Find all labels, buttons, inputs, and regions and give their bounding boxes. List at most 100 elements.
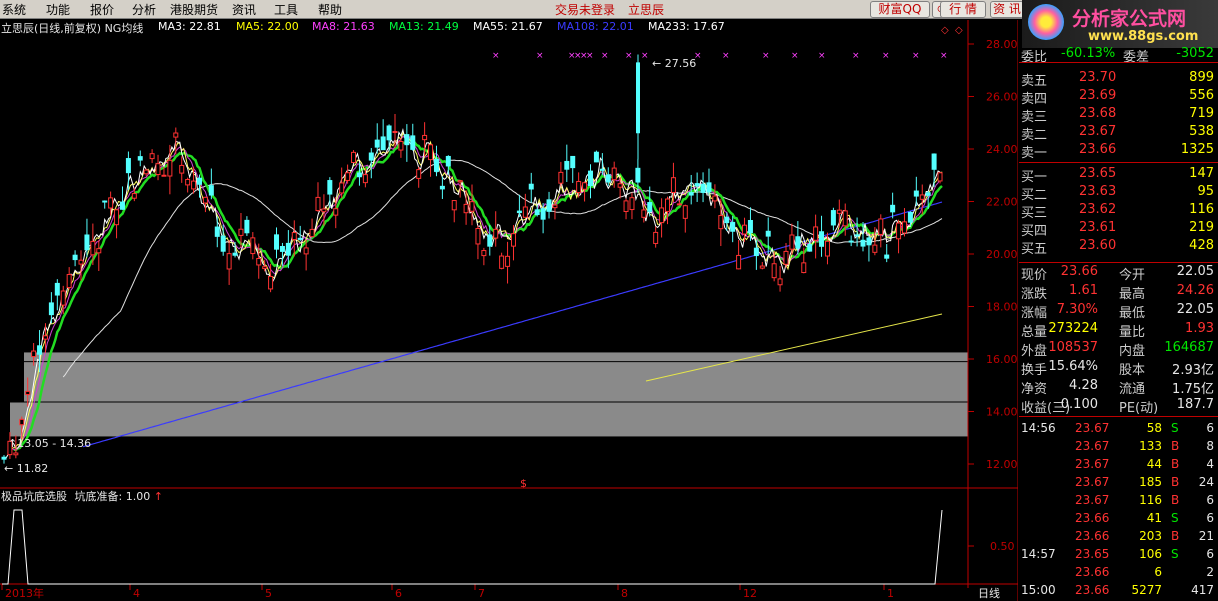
candle-body[interactable] xyxy=(623,200,629,213)
candle-body[interactable] xyxy=(380,136,386,151)
candle-body[interactable] xyxy=(327,180,333,195)
candle-body[interactable] xyxy=(647,202,653,212)
candle-body[interactable] xyxy=(759,265,765,269)
candle-body[interactable] xyxy=(469,201,475,212)
candle-body[interactable] xyxy=(635,167,641,183)
candle-body[interactable] xyxy=(516,210,522,214)
candle-body[interactable] xyxy=(451,200,457,211)
candle-body[interactable] xyxy=(291,232,297,241)
candle-body[interactable] xyxy=(226,253,232,270)
candle-body[interactable] xyxy=(866,237,872,246)
candle-body[interactable] xyxy=(653,231,659,244)
candle-body[interactable] xyxy=(688,192,694,196)
candle-body[interactable] xyxy=(860,239,866,247)
candle-body[interactable] xyxy=(813,226,819,241)
candle-body[interactable] xyxy=(824,240,830,257)
candle-body[interactable] xyxy=(368,152,374,161)
candle-body[interactable] xyxy=(37,345,43,355)
candle-body[interactable] xyxy=(499,255,505,269)
candle-body[interactable] xyxy=(463,203,469,214)
candle-body[interactable] xyxy=(636,62,640,134)
candle-body[interactable] xyxy=(143,169,149,175)
candle-body[interactable] xyxy=(102,200,108,203)
candle-body[interactable] xyxy=(114,209,120,226)
candle-body[interactable] xyxy=(315,196,321,212)
candle-body[interactable] xyxy=(362,174,368,184)
candle-body[interactable] xyxy=(439,185,445,190)
candle-body[interactable] xyxy=(487,234,493,247)
candle-body[interactable] xyxy=(795,236,801,249)
candle-body[interactable] xyxy=(250,237,256,255)
candle-body[interactable] xyxy=(374,139,380,148)
candle-body[interactable] xyxy=(576,180,582,194)
candle-body[interactable] xyxy=(13,452,19,456)
candle-body[interactable] xyxy=(570,155,576,169)
candle-body[interactable] xyxy=(629,197,635,211)
candle-body[interactable] xyxy=(605,174,611,183)
candle-body[interactable] xyxy=(185,178,191,186)
candle-body[interactable] xyxy=(777,278,783,286)
candle-body[interactable] xyxy=(854,234,860,237)
candle-body[interactable] xyxy=(173,132,179,138)
candle-body[interactable] xyxy=(890,204,896,213)
candle-body[interactable] xyxy=(475,227,481,245)
candle-body[interactable] xyxy=(131,193,137,199)
candle-body[interactable] xyxy=(872,244,878,253)
candle-body[interactable] xyxy=(256,258,262,266)
candle-body[interactable] xyxy=(339,182,345,194)
candle-body[interactable] xyxy=(700,183,706,193)
candle-body[interactable] xyxy=(410,135,416,150)
candle-body[interactable] xyxy=(1,456,7,460)
period-label[interactable]: 日线 xyxy=(978,586,1000,600)
candle-body[interactable] xyxy=(31,350,37,358)
candle-body[interactable] xyxy=(505,255,511,267)
candle-body[interactable] xyxy=(356,172,362,178)
candle-body[interactable] xyxy=(321,208,327,213)
candle-body[interactable] xyxy=(641,209,647,218)
candle-body[interactable] xyxy=(836,209,842,214)
candle-body[interactable] xyxy=(196,177,202,185)
candle-body[interactable] xyxy=(659,207,665,224)
candle-body[interactable] xyxy=(931,153,937,170)
candle-body[interactable] xyxy=(747,219,753,234)
candle-body[interactable] xyxy=(392,131,398,134)
candle-body[interactable] xyxy=(736,254,742,270)
candle-body[interactable] xyxy=(345,172,351,181)
candle-body[interactable] xyxy=(552,204,558,209)
candle-body[interactable] xyxy=(167,159,173,177)
candle-body[interactable] xyxy=(25,390,31,396)
candle-body[interactable] xyxy=(72,254,78,261)
candle-body[interactable] xyxy=(682,205,688,219)
candle-body[interactable] xyxy=(457,180,463,183)
candle-body[interactable] xyxy=(202,196,208,204)
candle-body[interactable] xyxy=(481,250,487,257)
candle-body[interactable] xyxy=(712,195,718,202)
candle-body[interactable] xyxy=(42,335,48,340)
candle-body[interactable] xyxy=(398,141,404,151)
candle-body[interactable] xyxy=(149,153,155,160)
candle-body[interactable] xyxy=(665,198,671,212)
candle-body[interactable] xyxy=(404,134,410,146)
candle-body[interactable] xyxy=(19,418,25,426)
candle-body[interactable] xyxy=(724,216,730,224)
candle-body[interactable] xyxy=(179,164,185,174)
candle-body[interactable] xyxy=(528,183,534,190)
candle-body[interactable] xyxy=(161,174,167,177)
candle-body[interactable] xyxy=(54,282,60,296)
candle-body[interactable] xyxy=(66,274,72,289)
candle-body[interactable] xyxy=(884,254,890,259)
candle-body[interactable] xyxy=(351,151,357,164)
candle-body[interactable] xyxy=(593,151,599,163)
candle-body[interactable] xyxy=(309,228,315,238)
candle-body[interactable] xyxy=(238,228,244,236)
candle-body[interactable] xyxy=(244,219,250,234)
candle-body[interactable] xyxy=(445,155,451,167)
candle-body[interactable] xyxy=(510,233,516,247)
candle-body[interactable] xyxy=(428,144,434,161)
candle-body[interactable] xyxy=(297,237,303,240)
candle-body[interactable] xyxy=(789,234,795,250)
candle-body[interactable] xyxy=(422,134,428,141)
candle-body[interactable] xyxy=(232,252,238,256)
candle-body[interactable] xyxy=(416,169,422,179)
candle-body[interactable] xyxy=(208,185,214,196)
